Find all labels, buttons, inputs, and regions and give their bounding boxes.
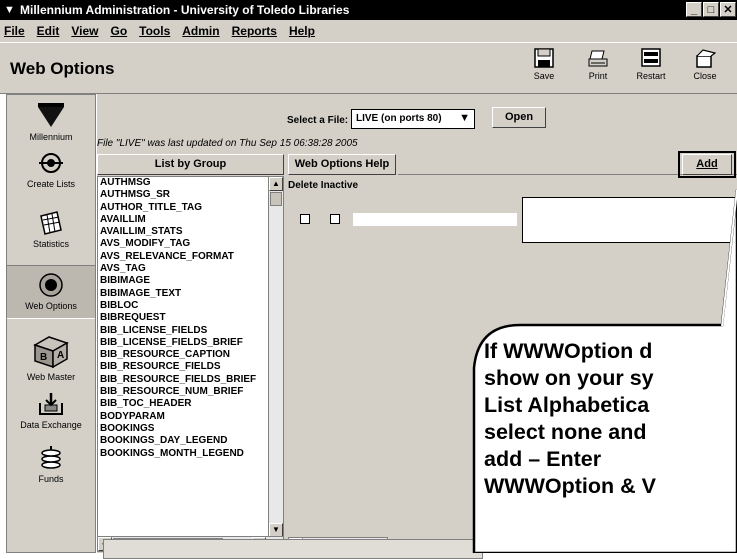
- callout-text: If WWWOption d show on your sy List Alph…: [484, 338, 656, 500]
- callout-line: List Alphabetica: [484, 393, 650, 417]
- callout-line: WWWOption & V: [484, 474, 656, 498]
- callout-line: If WWWOption d: [484, 339, 653, 363]
- callout-line: select none and: [484, 420, 647, 444]
- callout-line: show on your sy: [484, 366, 654, 390]
- callout-line: add – Enter: [484, 447, 602, 471]
